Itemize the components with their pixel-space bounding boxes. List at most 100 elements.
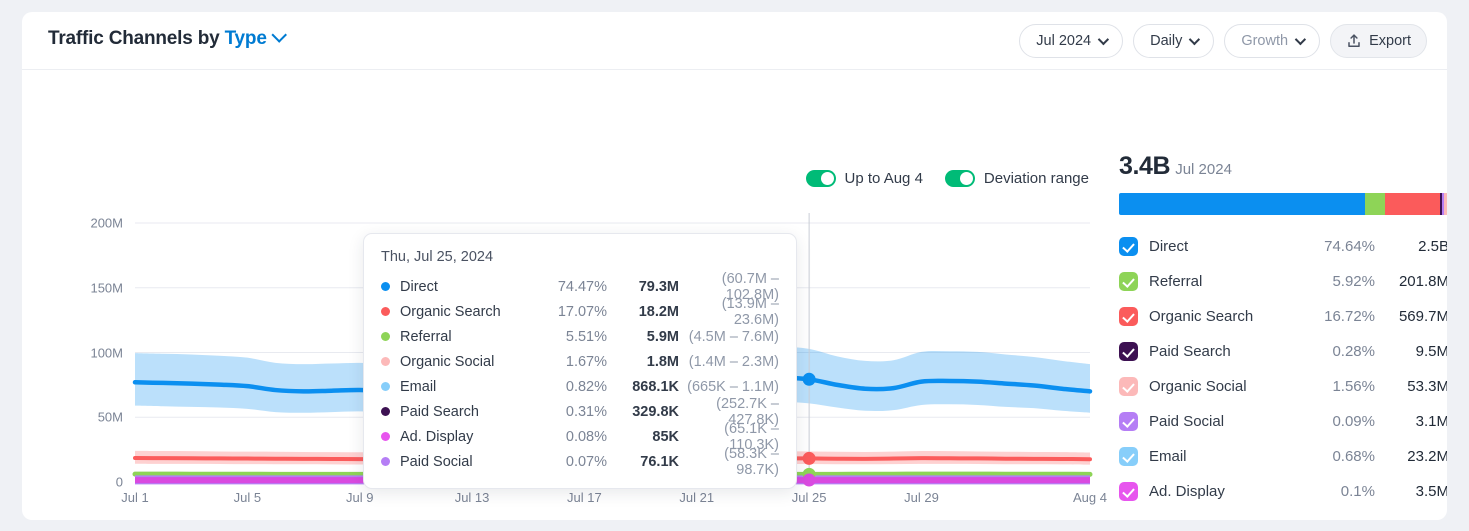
series-color-dot <box>381 282 390 291</box>
y-axis-tick-label: 0 <box>115 474 123 490</box>
legend-row[interactable]: Ad. Display 0.1% 3.5M <box>1119 474 1447 509</box>
tooltip-series-value: 329.8K <box>632 403 679 420</box>
legend-checkbox[interactable] <box>1119 307 1138 326</box>
x-axis-tick-label: Jul 1 <box>121 490 149 505</box>
legend-row[interactable]: Paid Social 0.09% 3.1M <box>1119 404 1447 439</box>
legend-row[interactable]: Referral 5.92% 201.8M <box>1119 264 1447 299</box>
legend-total-period: Jul 2024 <box>1175 161 1232 178</box>
granularity-dropdown-label: Daily <box>1150 33 1183 49</box>
card-header: Traffic Channels by Type Jul 2024 Daily … <box>22 12 1447 70</box>
x-axis-tick-label: Jul 21 <box>679 490 715 505</box>
page-title-prefix: Traffic Channels by <box>48 28 220 49</box>
legend-row[interactable]: Organic Search 16.72% 569.7M <box>1119 299 1447 334</box>
legend-checkbox[interactable] <box>1119 377 1138 396</box>
legend-row[interactable]: Organic Social 1.56% 53.3M <box>1119 369 1447 404</box>
tooltip-series-pct: 17.07% <box>557 303 607 320</box>
legend-series-value: 569.7M <box>1398 308 1447 325</box>
y-axis-tick-label: 150M <box>90 280 123 296</box>
export-button[interactable]: Export <box>1330 24 1427 58</box>
export-button-label: Export <box>1369 33 1411 49</box>
legend-series-value: 3.5M <box>1415 483 1447 500</box>
tooltip-series-name: Paid Social <box>400 453 473 470</box>
legend-series-value: 53.3M <box>1407 378 1447 395</box>
y-axis-tick-label: 200M <box>90 215 123 231</box>
legend-series-pct: 0.09% <box>1332 413 1375 430</box>
tooltip-series-name: Paid Search <box>400 403 479 420</box>
legend-checkbox[interactable] <box>1119 412 1138 431</box>
tooltip-row: Organic Social 1.67% 1.8M (1.4M – 2.3M) <box>381 349 779 374</box>
tooltip-series-pct: 0.31% <box>565 403 607 420</box>
legend-series-pct: 0.1% <box>1340 483 1375 500</box>
legend-share-segment <box>1443 193 1447 215</box>
chevron-down-icon[interactable] <box>271 27 287 43</box>
legend-series-name: Paid Search <box>1149 343 1231 360</box>
tooltip-series-range: (58.3K – 98.7K) <box>724 445 779 478</box>
legend-checkbox[interactable] <box>1119 482 1138 501</box>
tooltip-series-pct: 0.08% <box>565 428 607 445</box>
tooltip-series-value: 76.1K <box>640 453 679 470</box>
tooltip-series-name: Email <box>400 378 437 395</box>
card-body: Up to Aug 4 Deviation range 0 50M 100M 150M… <box>22 70 1447 519</box>
page-title: Traffic Channels by Type <box>48 27 287 50</box>
period-dropdown-label: Jul 2024 <box>1036 33 1092 49</box>
tooltip-series-name: Direct <box>400 278 438 295</box>
legend-series-name: Referral <box>1149 273 1203 290</box>
x-axis-tick-label: Jul 9 <box>345 490 374 505</box>
traffic-channels-card: Traffic Channels by Type Jul 2024 Daily … <box>22 12 1447 520</box>
legend-total: 3.4B Jul 2024 <box>1119 152 1447 181</box>
legend-series-pct: 16.72% <box>1324 308 1375 325</box>
tooltip-series-value: 1.8M <box>646 353 679 370</box>
tooltip-series-range: (665K – 1.1M) <box>687 378 779 395</box>
legend-checkbox[interactable] <box>1119 272 1138 291</box>
legend-series-name: Organic Social <box>1149 378 1247 395</box>
legend-series-pct: 5.92% <box>1332 273 1375 290</box>
tooltip-series-pct: 5.51% <box>565 328 607 345</box>
series-color-dot <box>381 307 390 316</box>
y-axis-tick-label: 50M <box>97 409 123 425</box>
legend-row[interactable]: Paid Search 0.28% 9.5M <box>1119 334 1447 369</box>
tooltip-series-value: 85K <box>652 428 679 445</box>
y-axis-tick-label: 100M <box>90 345 123 360</box>
tooltip-rows: Direct 74.47% 79.3M (60.7M – 102.8M) Organic… <box>381 271 779 478</box>
x-axis-tick-label: Jul 17 <box>567 490 602 505</box>
legend-series-name: Direct <box>1149 238 1189 255</box>
legend-series-value: 201.8M <box>1398 273 1447 290</box>
tooltip-series-pct: 74.47% <box>557 278 607 295</box>
tooltip-series-name: Referral <box>400 328 452 345</box>
tooltip-series-value: 5.9M <box>646 328 679 345</box>
series-color-dot <box>381 332 390 341</box>
legend-checkbox[interactable] <box>1119 237 1138 256</box>
legend-series-value: 3.1M <box>1415 413 1447 430</box>
legend-row[interactable]: Direct 74.64% 2.5B <box>1119 229 1447 264</box>
chevron-down-icon <box>1294 33 1307 46</box>
series-color-dot <box>381 357 390 366</box>
legend-share-segment <box>1384 193 1440 215</box>
tooltip-series-pct: 0.82% <box>565 378 607 395</box>
export-icon <box>1348 34 1360 47</box>
legend-share-segment <box>1119 193 1366 215</box>
tooltip-row: Paid Social 0.07% 76.1K (58.3K – 98.7K) <box>381 446 779 478</box>
legend-series-name: Paid Social <box>1149 413 1225 430</box>
legend-series-value: 23.2M <box>1407 448 1447 465</box>
granularity-dropdown[interactable]: Daily <box>1133 24 1215 58</box>
tooltip-series-range: (13.9M – 23.6M) <box>721 295 779 328</box>
series-color-dot <box>381 432 390 441</box>
hover-marker <box>802 451 816 465</box>
period-dropdown[interactable]: Jul 2024 <box>1019 24 1124 58</box>
legend-row[interactable]: Email 0.68% 23.2M <box>1119 439 1447 474</box>
metric-dropdown-label: Growth <box>1241 33 1289 49</box>
legend-series-pct: 0.68% <box>1332 448 1375 465</box>
chevron-down-icon <box>1097 33 1110 46</box>
x-axis-tick-label: Aug 4 <box>1073 490 1107 505</box>
legend-series-name: Organic Search <box>1149 308 1254 325</box>
legend-series-pct: 74.64% <box>1324 238 1375 255</box>
page-title-dimension[interactable]: Type <box>225 28 267 49</box>
header-controls: Jul 2024 Daily Growth Export <box>1019 24 1427 58</box>
hover-marker <box>802 372 816 386</box>
chevron-down-icon <box>1189 33 1201 46</box>
legend-checkbox[interactable] <box>1119 447 1138 466</box>
legend-checkbox[interactable] <box>1119 342 1138 361</box>
tooltip-series-value: 79.3M <box>638 278 679 295</box>
legend-series-pct: 0.28% <box>1332 343 1375 360</box>
metric-dropdown[interactable]: Growth <box>1224 24 1321 58</box>
